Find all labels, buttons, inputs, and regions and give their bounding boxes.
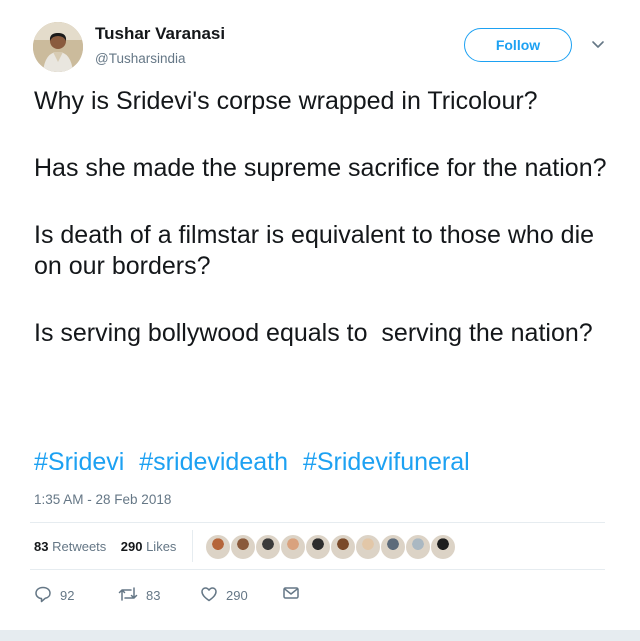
like-action[interactable]: 290 — [200, 585, 248, 606]
stats-separator — [192, 530, 193, 562]
retweet-count: 83 — [146, 588, 161, 603]
chevron-down-icon[interactable] — [590, 38, 606, 52]
liker-avatar[interactable] — [205, 534, 231, 560]
reply-action[interactable]: 92 — [34, 585, 74, 606]
author-name[interactable]: Tushar Varanasi — [95, 24, 225, 44]
divider — [30, 522, 605, 523]
liker-avatar[interactable] — [430, 534, 456, 560]
author-handle[interactable]: @Tusharsindia — [95, 51, 186, 66]
follow-button[interactable]: Follow — [464, 28, 572, 62]
liker-avatar[interactable] — [255, 534, 281, 560]
tweet-header: Tushar Varanasi @Tusharsindia Follow — [0, 0, 640, 80]
retweet-action[interactable]: 83 — [118, 585, 160, 606]
direct-message-action[interactable] — [282, 585, 308, 604]
author-avatar[interactable] — [33, 22, 83, 72]
divider — [30, 569, 605, 570]
reply-icon — [34, 585, 60, 606]
tweet-paragraph: Has she made the supreme sacrifice for t… — [34, 154, 607, 182]
liker-avatar[interactable] — [230, 534, 256, 560]
envelope-icon — [282, 585, 308, 604]
heart-icon — [200, 585, 226, 606]
liker-avatar[interactable] — [380, 534, 406, 560]
liker-avatar[interactable] — [355, 534, 381, 560]
hashtag-list: #Sridevi #sridevideath #Sridevifuneral — [34, 448, 478, 477]
retweet-icon — [118, 585, 146, 606]
bottom-border — [0, 630, 640, 641]
like-count: 290 — [226, 588, 248, 603]
hashtag-link[interactable]: #Sridevi — [34, 448, 124, 476]
likes-label[interactable]: Likes — [146, 539, 176, 554]
liker-avatar[interactable] — [330, 534, 356, 560]
hashtag-link[interactable]: #Sridevifuneral — [303, 448, 470, 476]
liker-avatar[interactable] — [280, 534, 306, 560]
tweet-timestamp[interactable]: 1:35 AM - 28 Feb 2018 — [34, 492, 171, 507]
retweets-label[interactable]: Retweets — [52, 539, 106, 554]
tweet-paragraph: Is death of a filmstar is equivalent to … — [34, 221, 601, 280]
liker-avatar[interactable] — [405, 534, 431, 560]
liker-avatar[interactable] — [305, 534, 331, 560]
tweet-stats: 83 Retweets 290 Likes — [34, 539, 176, 554]
reply-count: 92 — [60, 588, 75, 603]
likes-count[interactable]: 290 — [121, 539, 143, 554]
tweet-paragraph: Is serving bollywood equals to serving t… — [34, 319, 593, 347]
hashtag-link[interactable]: #sridevideath — [139, 448, 288, 476]
retweets-count[interactable]: 83 — [34, 539, 48, 554]
tweet-text: Why is Sridevi's corpse wrapped in Trico… — [34, 86, 624, 385]
tweet-paragraph: Why is Sridevi's corpse wrapped in Trico… — [34, 87, 538, 115]
